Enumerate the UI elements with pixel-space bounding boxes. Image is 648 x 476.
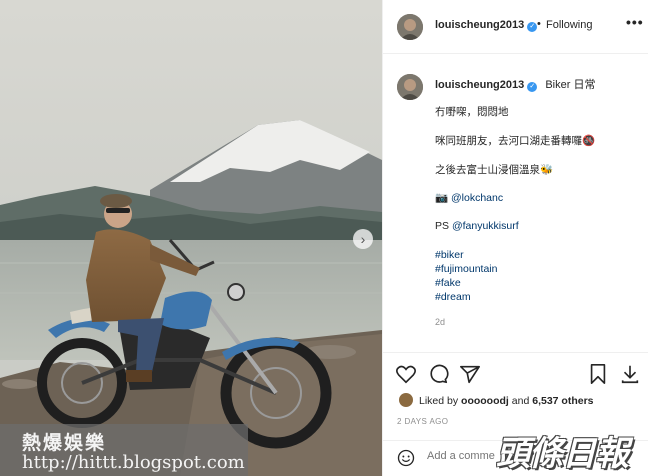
- avatar-image: [397, 14, 423, 40]
- verified-badge-icon: ✓: [527, 82, 538, 92]
- caption-area: louischeung2013 ✓ Biker 日常 冇嘢㗎，悶悶地 咪同班朋友，…: [383, 55, 648, 350]
- caption-username[interactable]: louischeung2013: [435, 79, 524, 91]
- hashtag-link[interactable]: #dream: [435, 291, 471, 303]
- liked-by-prefix: Liked by: [419, 395, 459, 407]
- blog-watermark-title: 熱爆娛樂: [22, 432, 107, 454]
- comment-icon[interactable]: [427, 363, 449, 385]
- photo-credit-line: 📷 @lokchanc: [435, 191, 503, 204]
- header-separator-dot: •: [537, 18, 541, 30]
- caption-avatar[interactable]: [397, 74, 423, 100]
- caption-line: 冇嘢㗎，悶悶地: [435, 106, 509, 118]
- emoji-smiley-icon[interactable]: [397, 449, 415, 467]
- caption-header: louischeung2013 ✓ Biker 日常: [435, 76, 595, 92]
- avatar-image: [397, 74, 423, 100]
- header-username: louischeung2013: [435, 19, 525, 31]
- next-photo-button[interactable]: ›: [353, 229, 373, 249]
- more-options-icon[interactable]: •••: [626, 14, 644, 30]
- post-header: louischeung2013 ✓ • Following •••: [383, 0, 648, 54]
- photo-credit-mention[interactable]: @lokchanc: [451, 192, 503, 204]
- chevron-right-icon: ›: [360, 231, 366, 247]
- blog-watermark-url: http://hittt.blogspot.com: [22, 452, 245, 473]
- ps-mention[interactable]: @fanyukkisurf: [452, 220, 519, 232]
- caption-title: Biker 日常: [545, 79, 596, 91]
- hashtag-link[interactable]: #fujimountain: [435, 263, 497, 275]
- download-icon[interactable]: [619, 363, 641, 385]
- hashtag-link[interactable]: #biker: [435, 249, 464, 261]
- following-button[interactable]: Following: [546, 19, 592, 31]
- header-avatar[interactable]: [397, 14, 423, 40]
- ps-label: PS: [435, 220, 450, 232]
- post-side-panel: louischeung2013 ✓ • Following ••• louisch…: [382, 0, 648, 476]
- caption-line: 咪同班朋友，去河口湖走番轉囉🚳: [435, 135, 596, 147]
- post-photo[interactable]: ›: [0, 0, 382, 476]
- news-logo-watermark: 頭條日報: [496, 434, 629, 474]
- caption-age: 2d: [435, 317, 446, 327]
- liker-avatar[interactable]: [399, 393, 413, 407]
- post-timestamp: 2 DAYS AGO: [397, 417, 449, 426]
- camera-icon: 📷: [435, 192, 449, 204]
- liked-by-user[interactable]: oooooodj: [461, 395, 509, 407]
- photo-scene: [0, 0, 382, 476]
- likes-summary: Liked by oooooodj and 6,537 others: [419, 395, 594, 407]
- hashtag-link[interactable]: #fake: [435, 277, 461, 289]
- verified-badge-icon: ✓: [527, 22, 538, 32]
- header-username-link[interactable]: louischeung2013 ✓: [435, 19, 538, 32]
- bookmark-save-icon[interactable]: [587, 363, 609, 385]
- liked-by-count[interactable]: 6,537 others: [532, 395, 593, 407]
- liked-by-and: and: [511, 395, 530, 407]
- next-comment-peek: [397, 345, 637, 350]
- caption-line: 之後去富士山浸個溫泉🐝: [435, 164, 554, 176]
- like-heart-icon[interactable]: [395, 363, 417, 385]
- ps-line: PS @fanyukkisurf: [435, 220, 519, 232]
- share-send-icon[interactable]: [459, 363, 481, 385]
